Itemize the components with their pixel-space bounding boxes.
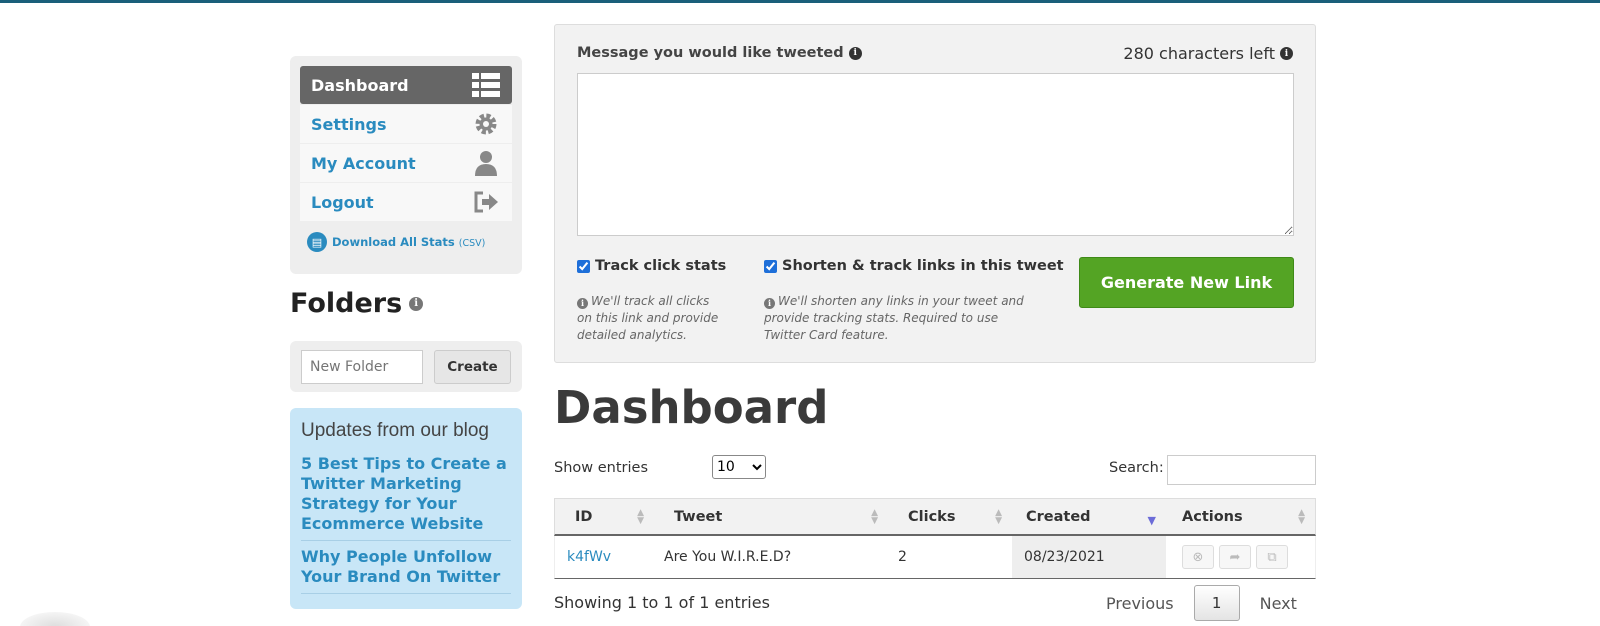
next-page-button[interactable]: Next	[1247, 594, 1310, 613]
info-icon[interactable]: i	[1280, 47, 1293, 60]
gear-icon	[471, 111, 501, 137]
track-click-stats-option[interactable]: Track click stats	[577, 258, 726, 274]
download-stats-link[interactable]: Download All Stats (CSV)	[332, 235, 485, 249]
sort-desc-icon: ▼	[1147, 514, 1156, 527]
characters-left: 280 characters left i	[1123, 44, 1293, 63]
table-header: ID ▲ ▼ Tweet ▲ ▼ Clicks ▲ ▼ Created ▼ Actions ▲ ▼	[554, 498, 1316, 536]
user-icon	[471, 150, 501, 176]
track-click-hint: i We'll track all clicks on this link and…	[577, 294, 719, 342]
sidebar-item-label: Dashboard	[311, 75, 409, 95]
row-actions: ⊗ ➦ ⧉	[1166, 536, 1315, 578]
page-1-button[interactable]: 1	[1193, 585, 1240, 621]
links-table: ID ▲ ▼ Tweet ▲ ▼ Clicks ▲ ▼ Created ▼ Actions ▲ ▼…	[554, 498, 1316, 579]
track-click-stats-checkbox[interactable]	[577, 259, 590, 273]
column-clicks[interactable]: Clicks ▲ ▼	[888, 499, 1012, 534]
list-icon	[471, 72, 501, 98]
sidebar-item-settings[interactable]: Settings	[300, 105, 512, 143]
document-icon: ▤	[307, 232, 327, 252]
delete-icon[interactable]: ⊗	[1182, 545, 1214, 569]
tweet-composer: Message you would like tweeted i 280 cha…	[554, 24, 1316, 363]
logout-icon	[471, 189, 501, 215]
sort-icon: ▲ ▼	[637, 507, 644, 526]
blog-title: Updates from our blog	[301, 420, 489, 441]
pagination: Previous 1 Next	[1093, 585, 1310, 621]
sidebar-item-label: My Account	[311, 153, 416, 173]
blog-post-link[interactable]: 5 Best Tips to Create a Twitter Marketin…	[301, 448, 511, 541]
sort-icon: ▲ ▼	[995, 507, 1002, 526]
sort-icon: ▲ ▼	[1298, 507, 1305, 526]
sidebar-item-logout[interactable]: Logout	[300, 183, 512, 221]
blog-post-link[interactable]: Why People Unfollow Your Brand On Twitte…	[301, 541, 511, 594]
info-icon[interactable]: i	[409, 296, 424, 311]
created-date: 08/23/2021	[1012, 536, 1166, 578]
previous-page-button[interactable]: Previous	[1093, 594, 1187, 613]
table-row: k4fWv Are You W.I.R.E.D? 2 08/23/2021 ⊗ …	[554, 536, 1316, 579]
blog-updates: Updates from our blog 5 Best Tips to Cre…	[290, 408, 522, 609]
show-entries-label: Show entries	[554, 460, 648, 476]
column-tweet[interactable]: Tweet ▲ ▼	[654, 499, 888, 534]
sidebar-item-label: Logout	[311, 192, 374, 212]
search-input[interactable]	[1167, 455, 1316, 485]
info-icon: i	[577, 298, 588, 309]
corner-shadow	[20, 612, 90, 626]
new-folder-input[interactable]	[301, 350, 423, 384]
info-icon[interactable]: i	[848, 46, 862, 60]
copy-icon[interactable]: ⧉	[1256, 545, 1288, 569]
create-folder-button[interactable]: Create	[434, 350, 511, 384]
sidebar-item-label: Settings	[311, 114, 387, 134]
sidebar-item-my-account[interactable]: My Account	[300, 144, 512, 182]
column-id[interactable]: ID ▲ ▼	[555, 499, 654, 534]
shorten-links-option[interactable]: Shorten & track links in this tweet	[764, 258, 1064, 274]
message-label: Message you would like tweeted i	[577, 45, 862, 61]
page-title: Dashboard	[554, 381, 829, 434]
generate-new-link-button[interactable]: Generate New Link	[1079, 257, 1294, 308]
sidebar: Dashboard Settings My Account Logout ▤ D…	[290, 56, 522, 609]
shorten-links-hint: i We'll shorten any links in your tweet a…	[764, 294, 1024, 342]
share-icon[interactable]: ➦	[1219, 545, 1251, 569]
tweet-text: Are You W.I.R.E.D?	[664, 549, 792, 565]
new-folder-form: Create	[290, 341, 522, 392]
link-id[interactable]: k4fWv	[555, 536, 654, 578]
tweet-message-input[interactable]	[577, 73, 1294, 236]
search-label: Search:	[1109, 460, 1164, 476]
sort-icon: ▲ ▼	[871, 507, 878, 526]
top-bar	[0, 0, 1600, 3]
column-actions[interactable]: Actions ▲ ▼	[1166, 499, 1315, 534]
sidebar-menu: Dashboard Settings My Account Logout ▤ D…	[290, 56, 522, 274]
table-info: Showing 1 to 1 of 1 entries	[554, 593, 770, 612]
info-icon: i	[764, 298, 775, 309]
shorten-links-checkbox[interactable]	[764, 259, 777, 273]
column-created[interactable]: Created ▼	[1012, 499, 1166, 534]
entries-per-page-select[interactable]: 10	[712, 455, 766, 479]
sidebar-item-dashboard[interactable]: Dashboard	[300, 66, 512, 104]
click-count: 2	[898, 549, 907, 565]
download-stats-row[interactable]: ▤ Download All Stats (CSV)	[300, 232, 512, 252]
folders-heading: Folders i	[290, 288, 522, 319]
